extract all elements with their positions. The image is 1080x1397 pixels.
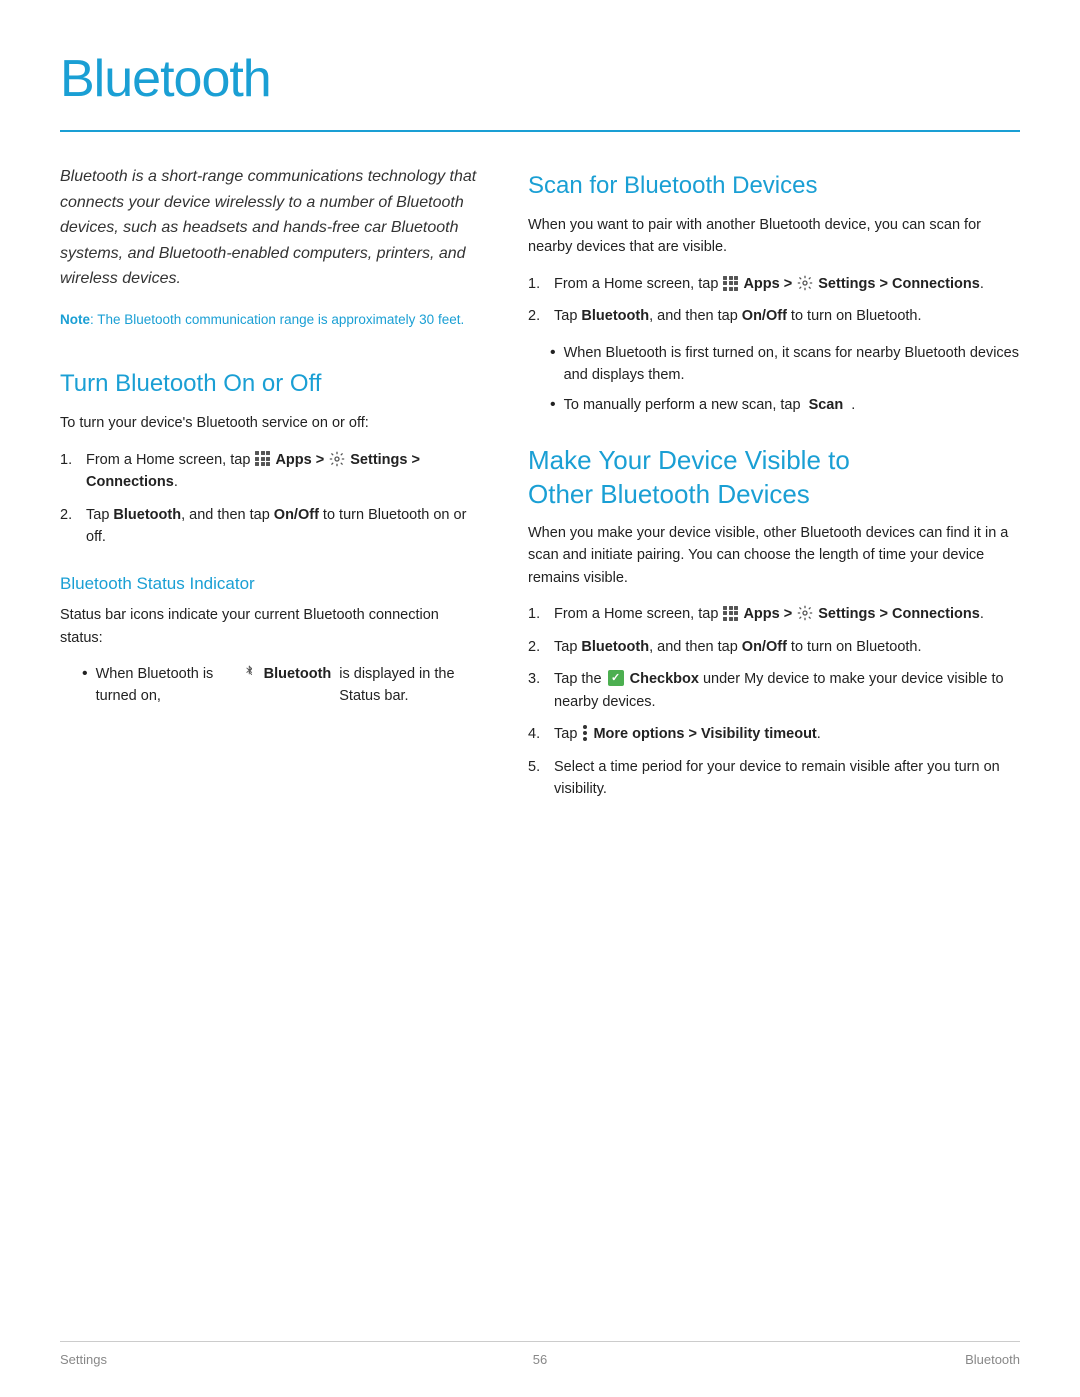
note-text: Note: The Bluetooth communication range … (60, 310, 480, 330)
status-bullets: When Bluetooth is turned on, Bluetooth i… (82, 663, 480, 708)
step-content-1: From a Home screen, tap Apps > Settings … (86, 449, 480, 494)
note-body: : The Bluetooth communication range is a… (90, 312, 464, 327)
page: Bluetooth Bluetooth is a short-range com… (0, 0, 1080, 1397)
footer-left: Settings (60, 1350, 107, 1370)
subsection-status-title: Bluetooth Status Indicator (60, 571, 480, 597)
scan-bullets: When Bluetooth is first turned on, it sc… (550, 342, 1020, 416)
scan-step-content-1: From a Home screen, tap Apps > Settings … (554, 273, 1020, 295)
visible-step-content-1: From a Home screen, tap Apps > Settings … (554, 603, 1020, 625)
scan-steps: 1. From a Home screen, tap Apps > (528, 273, 1020, 328)
page-title: Bluetooth (60, 40, 1020, 118)
section-visible-title: Make Your Device Visible toOther Bluetoo… (528, 444, 1020, 512)
visible-step-content-3: Tap the ✓ Checkbox under My device to ma… (554, 668, 1020, 713)
left-column: Bluetooth is a short-range communication… (60, 164, 480, 815)
apps-grid-icon (255, 451, 270, 466)
step-num-1: 1. (60, 449, 78, 494)
title-divider (60, 130, 1020, 132)
visible-step-content-5: Select a time period for your device to … (554, 756, 1020, 801)
visible-step-num-5: 5. (528, 756, 546, 801)
footer: Settings 56 Bluetooth (60, 1341, 1020, 1370)
main-content: Bluetooth is a short-range communication… (60, 164, 1020, 815)
footer-right: Bluetooth (965, 1350, 1020, 1370)
apps-grid-icon-3 (723, 606, 738, 621)
turn-step-1: 1. From a Home screen, tap Apps > (60, 449, 480, 494)
visible-step-num-2: 2. (528, 636, 546, 658)
apps-grid-icon-2 (723, 276, 738, 291)
section-visible-intro: When you make your device visible, other… (528, 522, 1020, 589)
visible-step-content-4: Tap More options > Visibility timeout. (554, 723, 1020, 745)
intro-text: Bluetooth is a short-range communication… (60, 164, 480, 292)
scan-bullet-1: When Bluetooth is first turned on, it sc… (550, 342, 1020, 387)
section-turn-intro: To turn your device's Bluetooth service … (60, 412, 480, 434)
visible-step-content-2: Tap Bluetooth, and then tap On/Off to tu… (554, 636, 1020, 658)
visible-step-num-4: 4. (528, 723, 546, 745)
visible-step-num-3: 3. (528, 668, 546, 713)
scan-step-num-1: 1. (528, 273, 546, 295)
visible-step-4: 4. Tap More options > Visibility timeout… (528, 723, 1020, 745)
settings-icon-2 (797, 275, 813, 291)
footer-center: 56 (533, 1350, 547, 1370)
scan-step-content-2: Tap Bluetooth, and then tap On/Off to tu… (554, 305, 1020, 327)
scan-bullet-2: To manually perform a new scan, tap Scan… (550, 394, 1020, 416)
scan-step-1: 1. From a Home screen, tap Apps > (528, 273, 1020, 295)
visible-step-2: 2. Tap Bluetooth, and then tap On/Off to… (528, 636, 1020, 658)
section-scan-title: Scan for Bluetooth Devices (528, 168, 1020, 204)
step-num-2: 2. (60, 504, 78, 549)
visible-step-1: 1. From a Home screen, tap Apps > (528, 603, 1020, 625)
visible-step-5: 5. Select a time period for your device … (528, 756, 1020, 801)
visible-steps: 1. From a Home screen, tap Apps > (528, 603, 1020, 800)
checkbox-icon: ✓ (608, 670, 624, 686)
note-label: Note (60, 312, 90, 327)
visible-step-3: 3. Tap the ✓ Checkbox under My device to… (528, 668, 1020, 713)
more-options-icon (583, 725, 587, 741)
subsection-status-intro: Status bar icons indicate your current B… (60, 604, 480, 649)
section-scan-intro: When you want to pair with another Bluet… (528, 214, 1020, 259)
bluetooth-status-icon (244, 663, 254, 677)
settings-icon-3 (797, 605, 813, 621)
scan-step-num-2: 2. (528, 305, 546, 327)
turn-step-2: 2. Tap Bluetooth, and then tap On/Off to… (60, 504, 480, 549)
scan-step-2: 2. Tap Bluetooth, and then tap On/Off to… (528, 305, 1020, 327)
visible-step-num-1: 1. (528, 603, 546, 625)
step-content-2: Tap Bluetooth, and then tap On/Off to tu… (86, 504, 480, 549)
section-turn-title: Turn Bluetooth On or Off (60, 366, 480, 402)
status-bullet-1: When Bluetooth is turned on, Bluetooth i… (82, 663, 480, 708)
right-column: Scan for Bluetooth Devices When you want… (528, 164, 1020, 815)
settings-icon (329, 451, 345, 467)
turn-steps: 1. From a Home screen, tap Apps > (60, 449, 480, 549)
